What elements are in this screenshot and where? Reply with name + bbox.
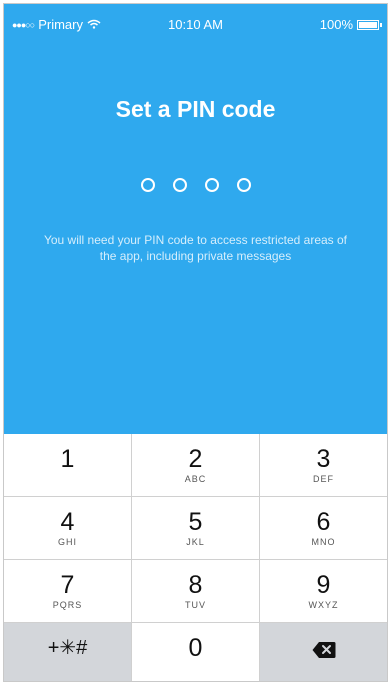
delete-key[interactable]: [260, 623, 387, 681]
key-3[interactable]: 3 DEF: [260, 434, 387, 496]
key-7[interactable]: 7 PQRS: [4, 560, 131, 622]
pin-dot: [236, 178, 251, 192]
key-digit: 6: [316, 508, 331, 536]
key-5[interactable]: 5 JKL: [132, 497, 259, 559]
key-digit: 9: [316, 571, 331, 599]
key-digit: 1: [60, 445, 75, 473]
key-digit: 8: [188, 571, 203, 599]
key-letters: JKL: [186, 537, 205, 547]
key-letters: PQRS: [52, 600, 83, 610]
pin-dot: [140, 178, 155, 192]
pin-dot: [204, 178, 219, 192]
status-right: 100%: [319, 17, 382, 32]
key-8[interactable]: 8 TUV: [132, 560, 259, 622]
key-digit: 2: [188, 445, 203, 473]
battery-icon: [357, 19, 382, 30]
key-letters: WXYZ: [308, 600, 339, 610]
key-letters: TUV: [185, 600, 206, 610]
key-6[interactable]: 6 MNO: [260, 497, 387, 559]
page-title: Set a PIN code: [115, 96, 276, 122]
key-letters: MNO: [311, 537, 336, 547]
key-1[interactable]: 1: [4, 434, 131, 496]
pin-dot: [172, 178, 187, 192]
key-9[interactable]: 9 WXYZ: [260, 560, 387, 622]
battery-percent: 100%: [319, 17, 353, 32]
symbols-key[interactable]: +✳#: [4, 623, 131, 681]
key-digit: 7: [60, 571, 75, 599]
backspace-icon: [312, 642, 335, 658]
symbols-label: +✳#: [47, 637, 88, 659]
key-digit: 4: [60, 508, 75, 536]
pin-description: You will need your PIN code to access re…: [43, 233, 348, 263]
key-digit: 3: [316, 445, 331, 473]
key-letters: DEF: [313, 474, 334, 484]
pin-setup-panel: ●●●○○ Primary 10:10 AM 100% Set a PIN co…: [4, 4, 387, 434]
key-letters: GHI: [57, 537, 77, 547]
key-4[interactable]: 4 GHI: [4, 497, 131, 559]
phone-screen: ●●●○○ Primary 10:10 AM 100% Set a PIN co…: [3, 3, 388, 682]
key-digit: 5: [188, 508, 203, 536]
status-bar: ●●●○○ Primary 10:10 AM 100%: [4, 4, 387, 44]
key-digit: 0: [188, 634, 203, 662]
key-2[interactable]: 2 ABC: [132, 434, 259, 496]
pin-indicator: [4, 178, 387, 192]
numeric-keypad: 1 2 ABC 3 DEF 4 GHI 5 JKL 6 MNO 7 PQRS 8…: [4, 434, 387, 681]
key-0[interactable]: 0: [132, 623, 259, 681]
key-letters: ABC: [184, 474, 207, 484]
